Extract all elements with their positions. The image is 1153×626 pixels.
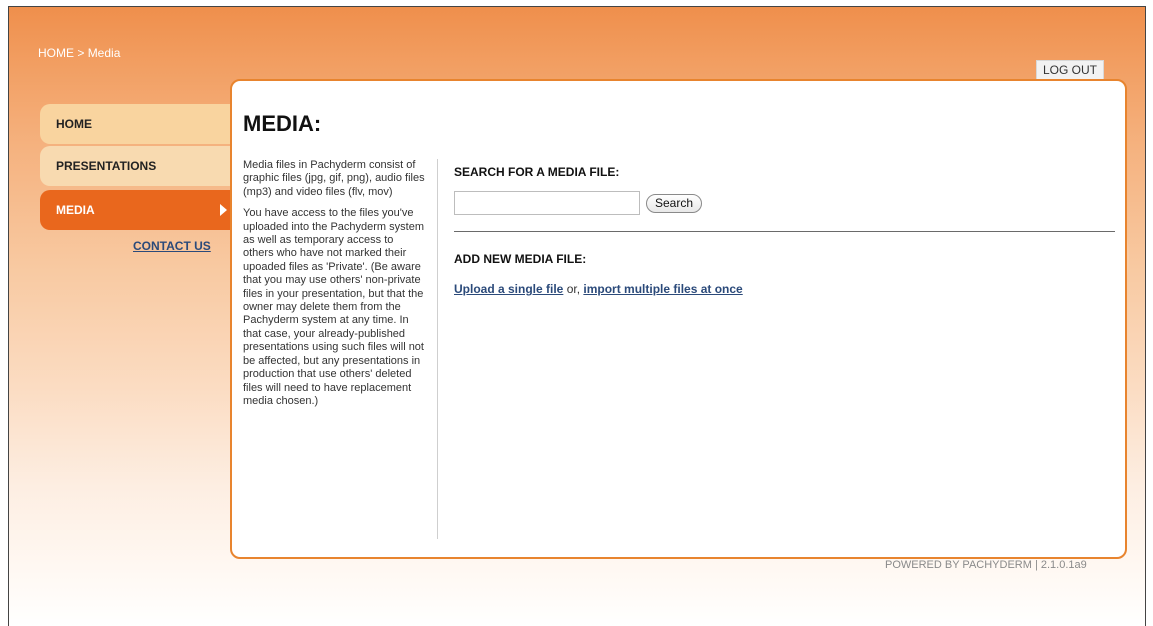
breadcrumb-current: Media [87,46,121,60]
sidebar-item-home[interactable]: HOME [40,104,240,144]
search-button[interactable]: Search [646,194,703,213]
page-title: MEDIA: [243,111,322,136]
main-panel: MEDIA: Media files in Pachyderm consist … [230,79,1127,559]
upload-single-file-link[interactable]: Upload a single file [454,282,563,296]
breadcrumb: HOME > Media [38,46,120,60]
breadcrumb-home[interactable]: HOME [38,46,74,60]
column-divider [437,159,438,539]
description-paragraph: You have access to the files you've uplo… [243,207,424,407]
sidebar-item-media[interactable]: MEDIA [40,190,240,230]
section-divider [454,231,1115,232]
sidebar-item-label: MEDIA [56,203,95,217]
upload-connector-text: or, [563,282,584,296]
logout-button[interactable]: LOG OUT [1036,60,1105,80]
app-frame: HOME > Media LOG OUT HOME PRESENTATIONS … [8,6,1146,626]
triangle-right-icon [220,204,227,216]
breadcrumb-separator: > [74,46,88,60]
import-multiple-files-link[interactable]: import multiple files at once [583,282,742,296]
sidebar-item-label: PRESENTATIONS [56,159,157,173]
add-media-heading: ADD NEW MEDIA FILE: [454,252,587,266]
contact-us-link[interactable]: CONTACT US [133,239,211,253]
description-paragraph: Media files in Pachyderm consist of grap… [243,159,425,198]
sidebar-item-label: HOME [56,117,92,131]
search-input[interactable] [454,191,640,215]
search-heading: SEARCH FOR A MEDIA FILE: [454,165,620,179]
sidebar-item-presentations[interactable]: PRESENTATIONS [40,146,240,186]
media-description: Media files in Pachyderm consist of grap… [243,159,427,416]
upload-options: Upload a single file or, import multiple… [454,282,743,296]
footer-powered-by: POWERED BY PACHYDERM | 2.1.0.1a9 [885,559,1087,571]
